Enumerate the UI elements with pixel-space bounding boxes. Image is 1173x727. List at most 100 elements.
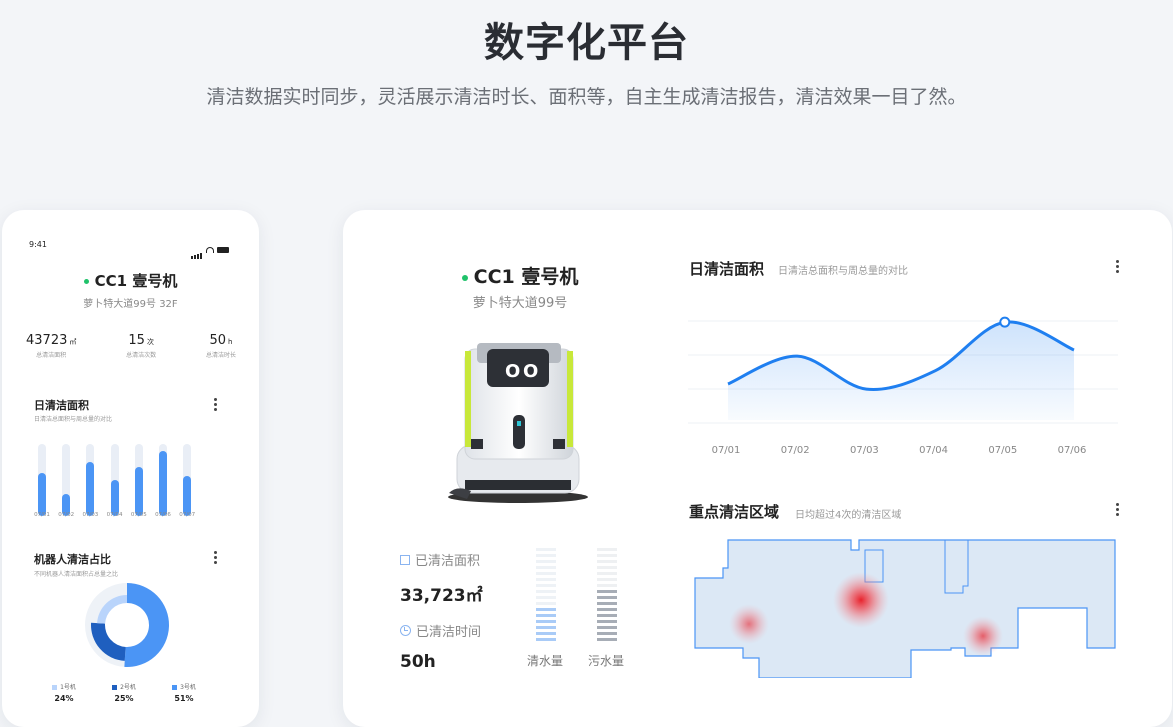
stat-count: 15 次 总清洁次数 [126,333,156,359]
more-options-icon[interactable] [1116,260,1119,273]
bar-track [86,444,95,516]
cleaned-time-metric: 已清洁时间 50h [400,621,481,672]
area-fill [728,321,1074,420]
metric-label: 已清洁时间 [416,625,482,640]
gauge-segment [597,614,617,617]
heat-spot [963,616,1003,656]
x-tick-label: 07/06 [1057,445,1087,456]
legend-name: 2号机 [120,684,136,691]
legend-swatch [172,685,178,690]
gauge-segment [597,584,617,587]
metric-value: 33,723㎡ [400,586,483,606]
gauge-segment [597,548,617,551]
stat-value: 43723 [26,333,68,348]
more-options-icon[interactable] [1116,503,1119,516]
legend-percent: 24% [54,694,74,703]
online-status-icon [83,279,89,284]
gauge-segment [597,602,617,605]
bar [38,472,46,516]
svg-text:O: O [523,361,538,382]
bar-track [62,444,71,516]
bar-track [110,444,119,516]
daily-area-line-chart [688,316,1118,424]
dirty-water-gauge [597,548,619,644]
highlight-point[interactable] [999,316,1011,328]
gauge-segment [536,548,556,551]
stat-duration: 50 h 总清洁时长 [206,333,236,359]
battery-icon [217,246,229,253]
x-tick-label: 07/01 [711,445,741,456]
legend-item: 1号机 24% [34,682,94,703]
summary-stats: 43723 ㎡ 总清洁面积 15 次 总清洁次数 50 h 总清洁时长 [26,333,236,359]
gauge-segment [597,596,617,599]
stat-area: 43723 ㎡ 总清洁面积 [26,333,76,359]
legend-swatch [52,685,58,690]
legend-item: 2号机 25% [94,682,154,703]
online-status-icon [461,274,468,281]
gauge-segment [536,638,556,641]
desktop-dashboard-preview: CC1 壹号机 萝卜特大道99号 O O 已清洁面积 33,723㎡ 已清洁时间… [343,210,1172,727]
x-tick-label: 07/04 [919,445,948,456]
status-time: 9:41 [29,240,47,249]
stat-label: 总清洁面积 [36,352,67,359]
metric-value: 50h [400,652,436,672]
bar-track [134,444,143,516]
robot-share-subtitle: 不同机器人清洁面积占总量之比 [34,571,119,578]
heatmap-title: 重点清洁区域 [689,503,780,521]
wifi-icon [206,246,214,253]
stat-unit: h [228,338,233,346]
bar-tick-label: 07/06 [155,512,171,518]
more-options-icon[interactable] [213,551,217,564]
daily-bar-chart [38,434,208,516]
gauge-segment [536,620,556,623]
bar-track [159,444,167,516]
heat-spot [729,604,769,644]
legend-percent: 25% [114,694,134,703]
x-tick-label: 07/02 [780,445,810,456]
stat-label: 总清洁次数 [126,352,157,359]
stat-value: 50 [209,333,227,348]
robot-name-label: CC1 壹号机 [94,272,178,290]
clean-water-gauge [536,548,558,644]
page-title: 数字化平台 [484,20,689,66]
clock-icon [400,625,411,636]
heatmap-subtitle: 日均超过4次的清洁区域 [795,510,902,521]
gauge-segment [597,560,617,563]
gauge-segment [597,638,617,641]
robot-name-label: CC1 壹号机 [473,266,579,288]
bar [183,475,192,516]
floor-heatmap [694,539,1116,678]
x-tick-label: 07/05 [988,445,1018,456]
legend-name: 3号机 [180,684,196,691]
heat-spot [833,572,889,628]
daily-area-chart-title: 日清洁面积 [689,260,765,278]
gauge-segment [597,566,617,569]
more-options-icon[interactable] [213,398,217,411]
bar-track [38,444,46,516]
gauge-segment [536,554,556,557]
gauge-segment [536,602,556,605]
bar-tick-label: 07/07 [179,512,196,518]
gauge-segment [536,608,556,611]
daily-area-chart-subtitle: 日清洁总面积与周总量的对比 [778,266,908,277]
clean-water-label: 清水量 [526,654,563,668]
daily-area-title: 日清洁面积 [34,399,89,412]
legend-percent: 51% [174,694,194,703]
bar-tick-label: 07/02 [58,512,75,518]
gauge-segment [597,590,617,593]
donut-slice [124,583,170,667]
robot-share-title: 机器人清洁占比 [34,553,111,566]
bar-track [183,444,192,516]
legend-name: 1号机 [60,684,76,691]
gauge-segment [536,632,556,635]
donut-legend: 1号机 24% 2号机 25% 3号机 51% [34,682,214,703]
cleaned-area-metric: 已清洁面积 33,723㎡ [400,550,483,606]
status-icons [191,240,229,259]
gauge-segment [536,560,556,563]
gauge-segment [597,626,617,629]
legend-item: 3号机 51% [154,682,214,703]
gauge-segment [536,596,556,599]
stat-unit: 次 [146,338,154,346]
legend-swatch [112,685,118,690]
gauge-segment [536,566,556,569]
